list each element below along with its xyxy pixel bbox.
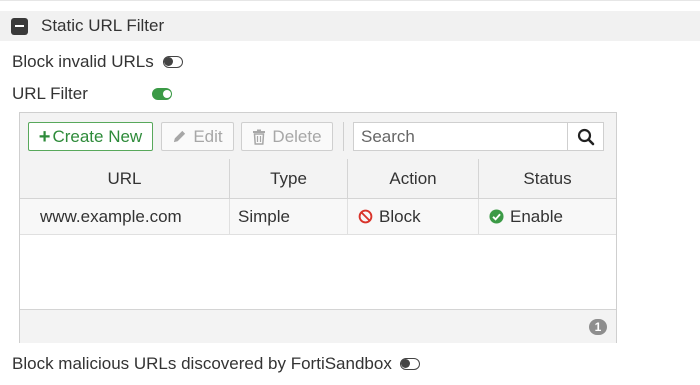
block-invalid-urls-row: Block invalid URLs [12, 52, 183, 72]
create-new-label: Create New [52, 126, 143, 146]
edit-label: Edit [193, 126, 223, 146]
cell-action: Block [348, 199, 479, 234]
pencil-icon [174, 130, 186, 143]
url-filter-toggle[interactable] [152, 88, 172, 100]
block-icon [358, 209, 373, 224]
column-header-type[interactable]: Type [230, 159, 348, 198]
section-title: Static URL Filter [41, 16, 165, 35]
url-filter-table-panel: + Create New Edit Delete Search URL Type… [19, 112, 617, 343]
block-malicious-toggle[interactable] [399, 358, 420, 370]
row-count-badge: 1 [589, 319, 607, 335]
table-row[interactable]: www.example.com Simple Block Enable [20, 199, 616, 235]
search-icon [577, 128, 594, 145]
edit-button[interactable]: Edit [161, 122, 234, 151]
create-new-button[interactable]: + Create New [28, 122, 153, 151]
url-filter-row: URL Filter [12, 84, 172, 104]
collapse-icon[interactable] [11, 17, 28, 35]
delete-label: Delete [272, 126, 322, 146]
url-filter-label: URL Filter [12, 84, 88, 103]
trash-icon [253, 129, 266, 145]
search-placeholder: Search [361, 126, 415, 146]
plus-icon: + [38, 125, 51, 148]
block-malicious-row: Block malicious URLs discovered by Forti… [12, 354, 420, 374]
table-header: URL Type Action Status [20, 159, 616, 199]
block-invalid-urls-label: Block invalid URLs [12, 52, 154, 71]
block-malicious-label: Block malicious URLs discovered by Forti… [12, 354, 392, 373]
delete-button[interactable]: Delete [241, 122, 333, 151]
search-button[interactable] [567, 122, 604, 151]
cell-action-label: Block [379, 206, 421, 226]
cell-status: Enable [479, 199, 616, 234]
cell-type: Simple [230, 199, 348, 234]
table-toolbar: + Create New Edit Delete Search [20, 113, 616, 160]
cell-url: www.example.com [20, 199, 230, 234]
section-header-static-url-filter[interactable]: Static URL Filter [0, 11, 700, 41]
column-header-action[interactable]: Action [348, 159, 479, 198]
table-footer: 1 [20, 309, 616, 343]
top-divider [0, 0, 700, 1]
column-header-url[interactable]: URL [20, 159, 230, 198]
block-invalid-urls-toggle[interactable] [162, 56, 183, 68]
check-circle-icon [489, 209, 504, 224]
cell-status-label: Enable [510, 206, 563, 226]
column-header-status[interactable]: Status [479, 159, 616, 198]
toolbar-separator [343, 122, 344, 151]
search-input[interactable]: Search [353, 122, 568, 151]
